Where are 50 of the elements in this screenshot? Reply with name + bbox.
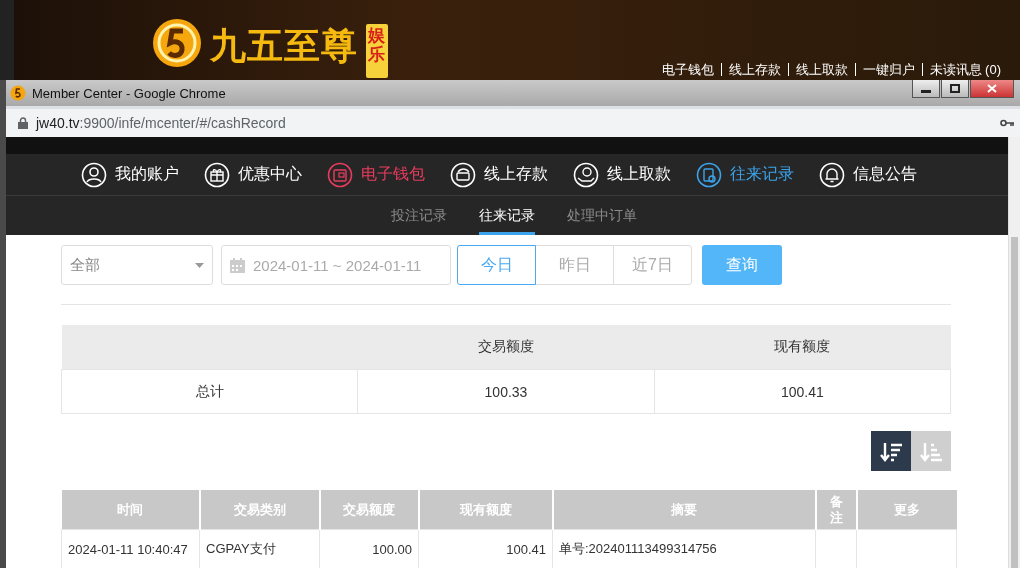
bell-icon xyxy=(819,161,845,188)
app-icon xyxy=(10,85,26,101)
sort-desc-button[interactable] xyxy=(871,431,911,471)
address-field[interactable]: jw40.tv:9900/infe/mcenter/#/cashRecord xyxy=(36,115,286,131)
sub-tab[interactable]: 投注记录 xyxy=(391,196,447,235)
key-icon[interactable] xyxy=(1000,119,1014,127)
scrollbar-thumb[interactable] xyxy=(1011,237,1018,568)
table-cell: 100.41 xyxy=(506,541,546,557)
maximize-button[interactable] xyxy=(941,80,969,98)
sub-tab[interactable]: 处理中订单 xyxy=(567,196,637,235)
table-cell: 总计 xyxy=(195,382,224,399)
header-link[interactable]: 一键归户 xyxy=(854,63,922,76)
nav-item[interactable]: 信息公告 xyxy=(819,154,942,195)
logo-tag: 娱乐 xyxy=(366,24,388,78)
calendar-icon xyxy=(230,257,245,273)
type-select[interactable]: 全部 xyxy=(61,245,213,285)
table-cell: 单号:202401113499314756 xyxy=(559,541,717,556)
withdraw-icon xyxy=(573,161,599,188)
wallet-icon xyxy=(327,161,353,188)
column-header: 交易额度 xyxy=(478,338,534,354)
header-link[interactable]: 线上存款 xyxy=(720,63,788,76)
nav-item[interactable]: 我的账户 xyxy=(81,154,204,195)
window-title: Member Center - Google Chrome xyxy=(32,85,226,101)
header-link[interactable]: 电子钱包 xyxy=(654,63,721,76)
table-cell: 100.33 xyxy=(484,383,528,400)
nav-item[interactable]: 往来记录 xyxy=(696,154,819,195)
close-button[interactable] xyxy=(970,80,1014,98)
caret-icon xyxy=(195,262,204,268)
lock-icon xyxy=(18,117,28,129)
header-link[interactable]: 线上取款 xyxy=(787,63,855,76)
logo-text: 九五至尊 xyxy=(210,23,358,68)
gift-icon xyxy=(204,161,230,188)
close-icon xyxy=(987,84,997,93)
record-icon xyxy=(696,161,722,188)
table-cell: 100.41 xyxy=(780,383,824,400)
nav-item[interactable]: 优惠中心 xyxy=(204,154,327,195)
nav-item[interactable]: 线上取款 xyxy=(573,154,696,195)
maximize-icon xyxy=(950,84,960,93)
table-cell: CGPAY支付 xyxy=(206,541,276,556)
header-link[interactable]: 未读讯息 (0) xyxy=(921,63,1008,76)
logo-icon xyxy=(152,18,202,68)
nav-item[interactable]: 线上存款 xyxy=(450,154,573,195)
sub-tab[interactable]: 往来记录 xyxy=(479,196,535,235)
table-cell: 2024-01-11 10:40:47 xyxy=(68,541,188,557)
user-icon xyxy=(81,161,107,188)
deposit-icon xyxy=(450,161,476,188)
table-cell: 100.00 xyxy=(372,541,412,557)
nav-item[interactable]: 电子钱包 xyxy=(327,154,450,195)
minimize-button[interactable] xyxy=(912,80,940,98)
column-header: 现有额度 xyxy=(774,338,831,354)
